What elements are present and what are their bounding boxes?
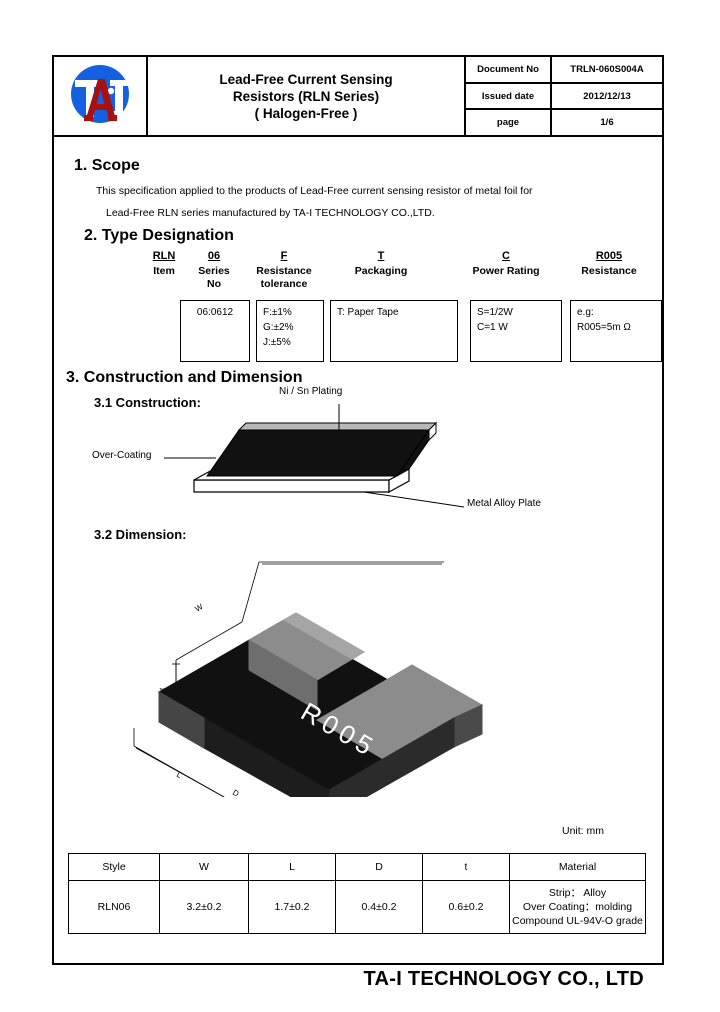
cell-d: 0.4±0.2 (335, 880, 423, 934)
type-col-power-rating: C Power Rating (456, 250, 556, 278)
type-code-packaging: T (377, 250, 385, 262)
col-header-w: W (159, 853, 249, 881)
title-line-1: Lead-Free Current Sensing (219, 71, 393, 87)
meta-row-document-no: Document No TRLN-060S004A (466, 57, 662, 84)
type-box-power-rating: S=1/2W C=1 W (470, 300, 562, 362)
col-header-d: D (335, 853, 423, 881)
type-label-resistance: Resistance (581, 265, 637, 277)
company-logo-cell (54, 57, 148, 135)
document-title: Lead-Free Current Sensing Resistors (RLN… (148, 57, 466, 135)
dimension-table: Style W L D t Material RLN06 3.2±0.2 1.7… (68, 853, 646, 934)
meta-row-page: page 1/6 (466, 110, 662, 136)
unit-note: Unit: mm (562, 825, 604, 837)
section-heading-construction: 3. Construction and Dimension (66, 369, 303, 386)
type-col-packaging: T Packaging (336, 250, 426, 278)
type-label-series: Series No (198, 265, 230, 290)
meta-value-document-no: TRLN-060S004A (570, 63, 644, 75)
section-heading-scope: 1. Scope (74, 157, 140, 174)
col-header-l: L (248, 853, 336, 881)
meta-label-page: page (466, 110, 552, 136)
cell-material: Strip： Alloy Over Coating：molding Compou… (509, 880, 646, 934)
type-box-packaging: T: Paper Tape (330, 300, 458, 362)
cell-t: 0.6±0.2 (422, 880, 510, 934)
col-header-material: Material (509, 853, 646, 881)
type-box-tolerance: F:±1% G:±2% J:±5% (256, 300, 324, 362)
document-header: Lead-Free Current Sensing Resistors (RLN… (54, 57, 662, 137)
cell-w: 3.2±0.2 (159, 880, 249, 934)
table-row: RLN06 3.2±0.2 1.7±0.2 0.4±0.2 0.6±0.2 St… (68, 880, 646, 934)
meta-value-issued-date: 2012/12/13 (583, 90, 631, 102)
cell-style: RLN06 (68, 880, 160, 934)
type-code-resistance: R005 (595, 250, 623, 262)
construction-figure: Ni / Sn Plating Over-Coating Metal Alloy… (64, 386, 654, 517)
construction-drawing (164, 404, 465, 508)
label-ni-sn-plating: Ni / Sn Plating (279, 386, 343, 397)
document-meta-table: Document No TRLN-060S004A Issued date 20… (466, 57, 662, 136)
type-label-power-rating: Power Rating (472, 265, 540, 277)
dimension-letter-w: W (194, 602, 205, 614)
type-col-series: 06 Series No (184, 250, 244, 291)
dimension-letter-l: L (175, 770, 184, 780)
title-line-2: Resistors (RLN Series) (232, 88, 380, 104)
chip-resistor-3d-drawing: R005 W t L D (133, 561, 484, 819)
type-code-series: 06 (207, 250, 221, 262)
datasheet-page: Lead-Free Current Sensing Resistors (RLN… (52, 55, 664, 965)
type-col-resistance: R005 Resistance (569, 250, 649, 278)
type-box-series: 06:0612 (180, 300, 250, 362)
meta-label-issued-date: Issued date (466, 83, 552, 109)
table-header-row: Style W L D t Material (68, 853, 646, 881)
dimension-figure: R005 W t L D (64, 532, 654, 819)
type-code-power-rating: C (502, 250, 510, 262)
col-header-t: t (422, 853, 510, 881)
label-over-coating: Over-Coating (92, 450, 152, 461)
label-metal-alloy-plate: Metal Alloy Plate (467, 498, 541, 509)
meta-label-document-no: Document No (466, 57, 552, 82)
scope-text-line-2: Lead-Free RLN series manufactured by TA-… (106, 207, 435, 219)
meta-row-issued-date: Issued date 2012/12/13 (466, 83, 662, 111)
cell-l: 1.7±0.2 (248, 880, 336, 934)
meta-value-page: 1/6 (600, 117, 614, 129)
company-footer: TA-I TECHNOLOGY CO., LTD (363, 968, 644, 990)
title-line-3: ( Halogen-Free ) (254, 105, 358, 121)
col-header-style: Style (68, 853, 160, 881)
type-code-tolerance: F (280, 250, 288, 262)
dimension-letter-t: t (158, 687, 167, 690)
document-body: 1. Scope This specification applied to t… (54, 137, 662, 963)
type-col-tolerance: F Resistance tolerance (239, 250, 329, 291)
type-label-packaging: Packaging (354, 265, 408, 277)
ta-i-logo-icon (71, 65, 129, 123)
type-box-resistance: e.g: R005=5m Ω (570, 300, 662, 362)
scope-text-line-1: This specification applied to the produc… (96, 185, 533, 197)
type-designation-diagram: RLN Item 06 Series No F Resistance toler… (74, 222, 662, 362)
type-label-tolerance: Resistance tolerance (256, 265, 312, 290)
dimension-letter-d: D (231, 788, 241, 797)
